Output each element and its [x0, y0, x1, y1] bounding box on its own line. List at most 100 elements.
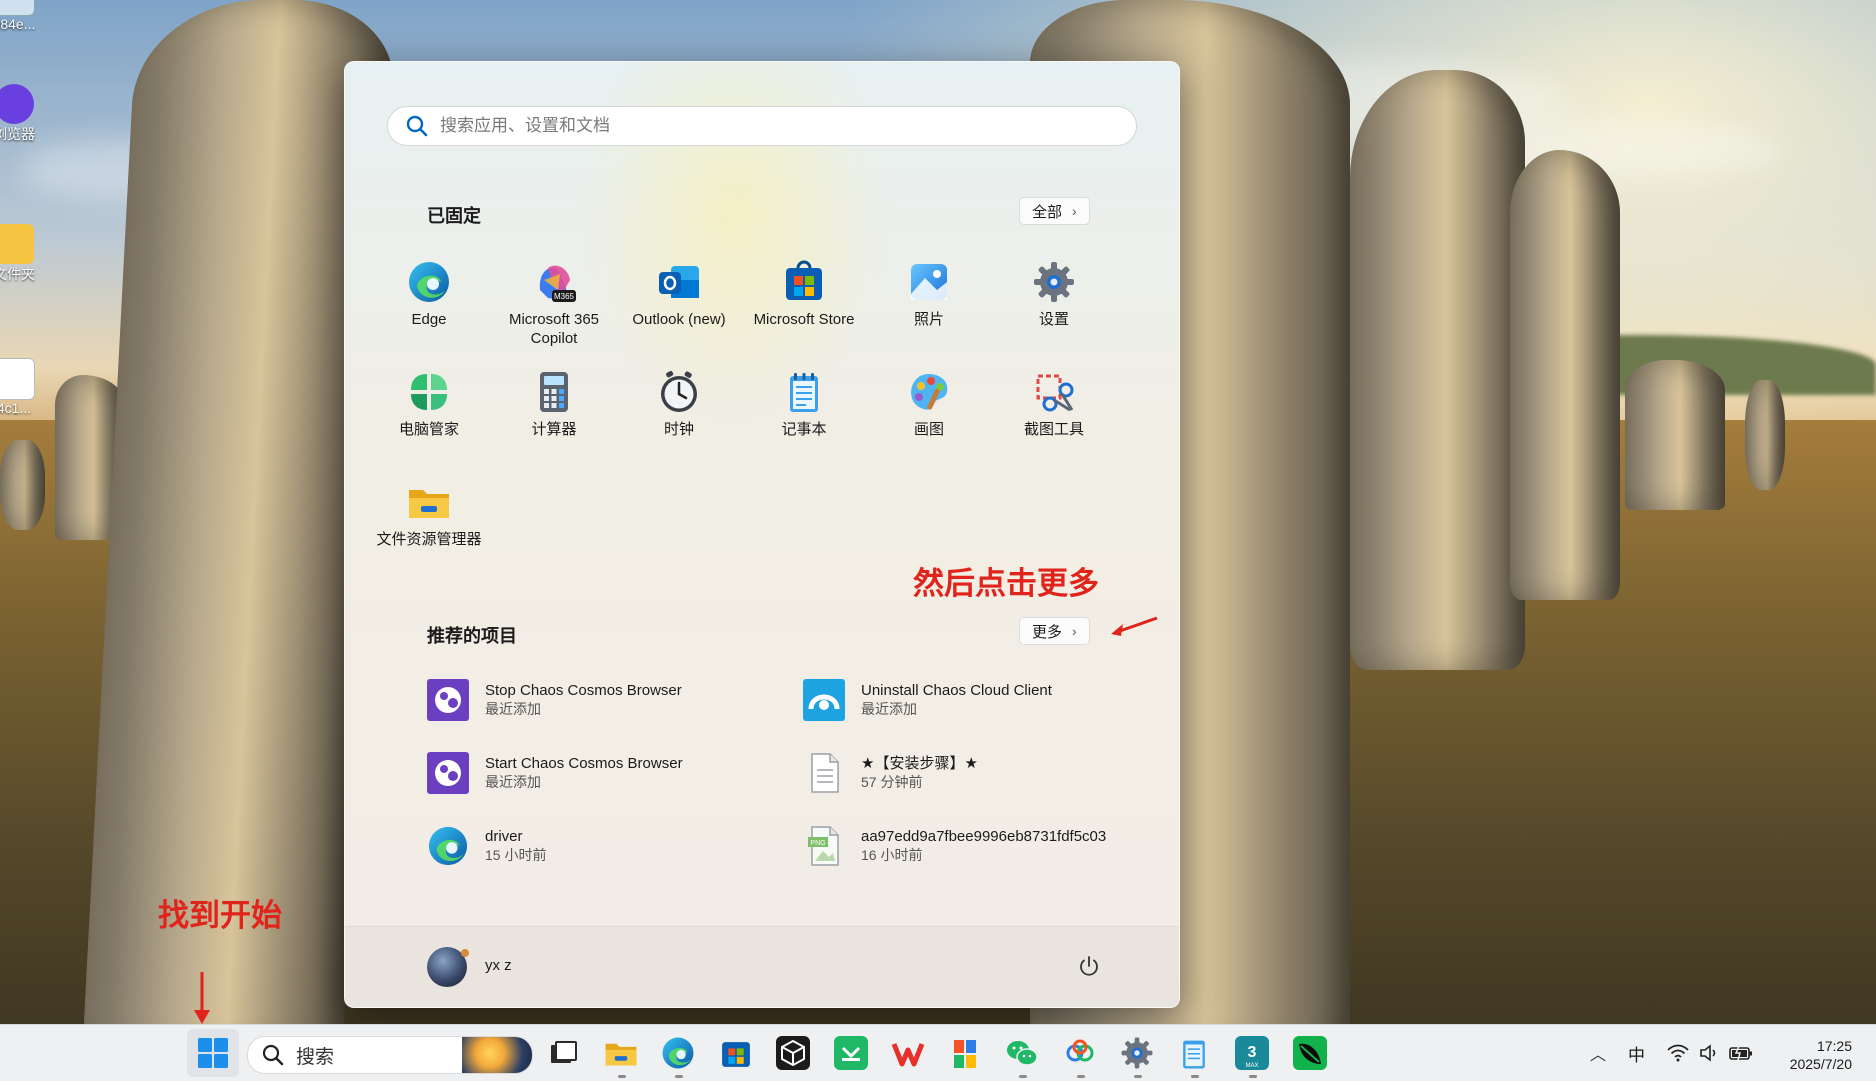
colorful-app-icon — [954, 1040, 976, 1068]
taskbar-wps[interactable] — [891, 1036, 925, 1070]
chevron-right-icon: › — [1072, 203, 1077, 219]
svg-text:PNG: PNG — [810, 840, 825, 847]
desktop-icon-document[interactable]: 4c1... — [0, 358, 42, 416]
pinned-app-clock[interactable]: 时钟 — [619, 370, 739, 439]
edge-icon — [427, 825, 469, 867]
ime-indicator[interactable]: 中 — [1628, 1041, 1645, 1066]
taskbar-wechat[interactable] — [1005, 1036, 1039, 1070]
start-menu: 已固定 全部 › Edge M365 Microsoft 365 Copilot… — [344, 61, 1180, 1008]
pinned-app-outlook[interactable]: Outlook (new) — [619, 260, 739, 329]
image-file-icon — [0, 0, 35, 16]
pinned-app-snipping-tool[interactable]: 截图工具 — [994, 370, 1114, 439]
file-explorer-icon — [605, 1043, 637, 1066]
taskbar-cloud-app[interactable] — [1063, 1036, 1097, 1070]
calculator-icon — [532, 370, 576, 414]
pinned-app-calculator[interactable]: 计算器 — [494, 370, 614, 439]
running-indicator — [1077, 1075, 1085, 1078]
pc-manager-icon — [407, 370, 451, 414]
start-search-box[interactable] — [387, 106, 1137, 146]
start-menu-footer: yx z — [345, 926, 1179, 1007]
taskbar-green-leaf-app[interactable] — [1293, 1036, 1327, 1070]
taskbar-clock[interactable]: 17:25 2025/7/20 — [1790, 1037, 1852, 1073]
recommended-item[interactable]: Start Chaos Cosmos Browser 最近添加 — [427, 747, 757, 799]
recommended-item[interactable]: Stop Chaos Cosmos Browser 最近添加 — [427, 674, 757, 726]
app-name: 电脑管家 — [398, 421, 459, 438]
pinned-app-pc-manager[interactable]: 电脑管家 — [369, 370, 489, 439]
app-name: Edge — [411, 311, 447, 328]
store-icon — [782, 260, 826, 304]
svg-text:M365: M365 — [554, 292, 575, 301]
recommended-item-subtitle: 57 分钟前 — [861, 774, 923, 790]
all-apps-label: 全部 — [1032, 203, 1063, 221]
file-explorer-icon — [407, 480, 451, 524]
taskbar-colorful-app[interactable] — [948, 1036, 982, 1070]
taskbar-task-view[interactable] — [546, 1036, 580, 1070]
notepad-icon — [1183, 1040, 1205, 1069]
recommended-item[interactable]: PNG aa97edd9a7fbee9996eb8731fdf5c03 16 小… — [803, 820, 1143, 872]
taskbar-settings[interactable] — [1120, 1036, 1154, 1070]
pinned-app-paint[interactable]: 画图 — [869, 370, 989, 439]
pinned-app-settings[interactable]: 设置 — [994, 260, 1114, 329]
user-name[interactable]: yx z — [485, 957, 512, 974]
chaos-cosmos-icon — [427, 752, 469, 794]
volume-icon[interactable] — [1699, 1044, 1719, 1062]
outlook-icon — [657, 260, 701, 304]
pinned-app-notepad[interactable]: 记事本 — [744, 370, 864, 439]
snipping-tool-icon — [1032, 370, 1076, 414]
desktop-icon-browser[interactable]: 浏览器 — [0, 84, 42, 144]
pinned-app-m365-copilot[interactable]: M365 Microsoft 365 Copilot — [494, 260, 614, 348]
recommended-item-title: driver — [485, 828, 523, 845]
text-document-icon — [803, 752, 845, 794]
chaos-cosmos-icon — [427, 679, 469, 721]
app-name: 文件资源管理器 — [376, 531, 482, 548]
pinned-app-edge[interactable]: Edge — [369, 260, 489, 329]
recommended-section-title: 推荐的项目 — [427, 626, 517, 646]
green-leaf-app-icon — [1299, 1043, 1321, 1064]
desktop-icon-image[interactable]: 984e... — [0, 0, 42, 32]
app-name: Outlook (new) — [632, 311, 726, 328]
paint-icon — [907, 370, 951, 414]
taskbar-cube-app[interactable] — [776, 1036, 810, 1070]
show-hidden-icons-chevron-icon[interactable]: ︿ — [1590, 1041, 1606, 1065]
power-button[interactable] — [1077, 955, 1101, 984]
app-name: 设置 — [1038, 311, 1069, 328]
recommended-item[interactable]: ★【安装步骤】★ 57 分钟前 — [803, 747, 1133, 799]
more-recommended-button[interactable]: 更多 › — [1019, 617, 1090, 645]
taskbar-store[interactable] — [719, 1036, 753, 1070]
desktop-icon-folder[interactable]: 文件夹 — [0, 224, 42, 284]
app-name: 截图工具 — [1023, 421, 1084, 438]
search-highlight-image — [462, 1037, 532, 1073]
all-apps-button[interactable]: 全部 › — [1019, 197, 1090, 225]
clock-icon — [657, 370, 701, 414]
start-button[interactable] — [187, 1029, 239, 1077]
store-icon — [722, 1042, 750, 1067]
start-search-input[interactable] — [438, 115, 1082, 137]
taskbar-search[interactable]: 搜索 — [247, 1036, 533, 1074]
png-file-icon: PNG — [803, 825, 845, 867]
running-indicator — [1134, 1075, 1142, 1078]
battery-icon[interactable] — [1729, 1044, 1753, 1062]
running-indicator — [1191, 1075, 1199, 1078]
pinned-app-store[interactable]: Microsoft Store — [744, 260, 864, 329]
taskbar-edge[interactable] — [661, 1036, 695, 1070]
recommended-item[interactable]: Uninstall Chaos Cloud Client 最近添加 — [803, 674, 1133, 726]
taskbar-search-label: 搜索 — [296, 1046, 335, 1068]
cloud-app-icon — [1066, 1039, 1094, 1062]
task-view-icon — [551, 1041, 577, 1063]
user-avatar[interactable] — [427, 947, 469, 987]
pinned-app-file-explorer[interactable]: 文件资源管理器 — [369, 480, 489, 549]
photos-icon — [907, 260, 951, 304]
taskbar-file-explorer[interactable] — [604, 1036, 638, 1070]
wifi-icon[interactable] — [1667, 1044, 1689, 1062]
taskbar-3dsmax[interactable]: 3 MAX — [1235, 1036, 1269, 1070]
green-app-icon — [841, 1046, 861, 1061]
recommended-item-title: Uninstall Chaos Cloud Client — [861, 682, 1052, 699]
pinned-app-photos[interactable]: 照片 — [869, 260, 989, 329]
app-name: Microsoft Store — [753, 311, 855, 328]
recommended-item-subtitle: 最近添加 — [485, 774, 541, 790]
clock-date: 2025/7/20 — [1789, 1056, 1852, 1072]
taskbar-notepad[interactable] — [1177, 1036, 1211, 1070]
browser-icon — [0, 84, 34, 124]
taskbar-green-app[interactable] — [834, 1036, 868, 1070]
recommended-item[interactable]: driver 15 小时前 — [427, 820, 757, 872]
